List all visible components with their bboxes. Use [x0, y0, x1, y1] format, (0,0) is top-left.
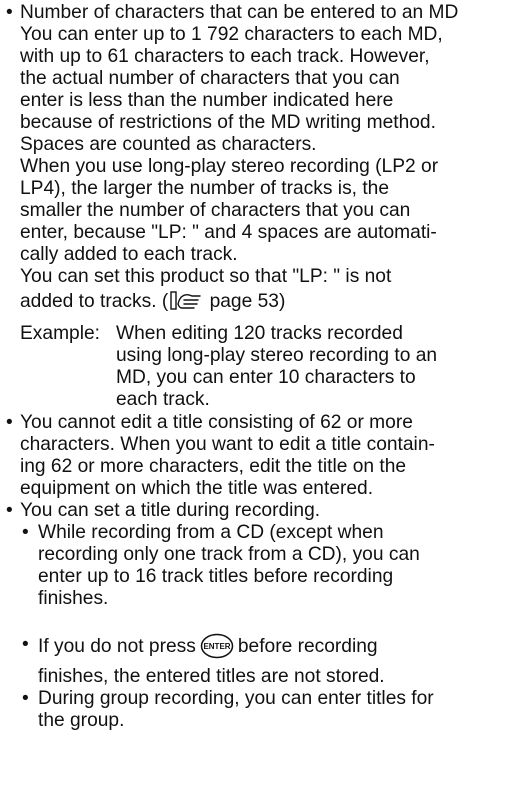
text-line: finishes, the entered titles are not sto… — [38, 666, 385, 687]
text-line: because of restrictions of the MD writin… — [20, 112, 436, 133]
bullet: • — [6, 412, 13, 433]
bullet: • — [6, 500, 13, 521]
example-label: Example: — [20, 323, 100, 344]
text-line: smaller the number of characters that yo… — [20, 200, 411, 221]
text-fragment: before recording — [237, 636, 378, 657]
text-line: enter is less than the number indicated … — [20, 90, 394, 111]
text-line: equipment on which the title was entered… — [20, 478, 374, 499]
text-line: enter up to 16 track titles before recor… — [38, 566, 394, 587]
text-line: When you use long-play stereo recording … — [20, 156, 439, 177]
manual-page: { "bullet": "•", "sections": { "characte… — [0, 0, 508, 788]
text-fragment: page 53) — [204, 291, 286, 312]
example-line: using long-play stereo recording to an — [116, 345, 438, 366]
text-line: During group recording, you can enter ti… — [38, 688, 434, 709]
text-line: cally added to each track. — [20, 244, 238, 265]
text-line: the group. — [38, 710, 125, 731]
text-line: While recording from a CD (except when — [38, 522, 384, 543]
enter-button-label: ENTER — [203, 642, 230, 651]
text-line: recording only one track from a CD), you… — [38, 544, 420, 565]
text-line: characters. When you want to edit a titl… — [20, 434, 435, 455]
example-line: each track. — [116, 389, 210, 410]
text-line: the actual number of characters that you… — [20, 68, 400, 89]
text-line: You cannot edit a title consisting of 62… — [20, 412, 413, 433]
text-line: Number of characters that can be entered… — [20, 2, 459, 23]
text-line: finishes. — [38, 588, 109, 609]
text-line: ing 62 or more characters, edit the titl… — [20, 456, 407, 477]
enter-button-icon: ENTER — [199, 633, 235, 659]
text-fragment: added to tracks. ( — [20, 291, 169, 312]
enter-instruction-line: If you do not press ENTER before recording — [38, 633, 378, 659]
text-line: with up to 61 characters to each track. … — [20, 46, 430, 67]
sub-bullet: • — [22, 688, 29, 709]
text-fragment: If you do not press — [38, 636, 196, 657]
sub-bullet: • — [22, 634, 29, 655]
text-line: You can set this product so that "LP: " … — [20, 266, 392, 287]
sub-bullet: • — [22, 522, 29, 543]
example-line: MD, you can enter 10 characters to — [116, 367, 416, 388]
text-line: enter, because "LP: " and 4 spaces are a… — [20, 222, 437, 243]
example-line: When editing 120 tracks recorded — [116, 323, 403, 344]
bullet: • — [6, 2, 13, 23]
text-line: Spaces are counted as characters. — [20, 134, 317, 155]
text-line: You can set a title during recording. — [20, 500, 321, 521]
text-line: You can enter up to 1 792 characters to … — [20, 24, 443, 45]
page-reference-line: added to tracks. ( page 53) — [20, 290, 285, 313]
page-reference-icon — [170, 290, 202, 312]
text-line: LP4), the larger the number of tracks is… — [20, 178, 390, 199]
